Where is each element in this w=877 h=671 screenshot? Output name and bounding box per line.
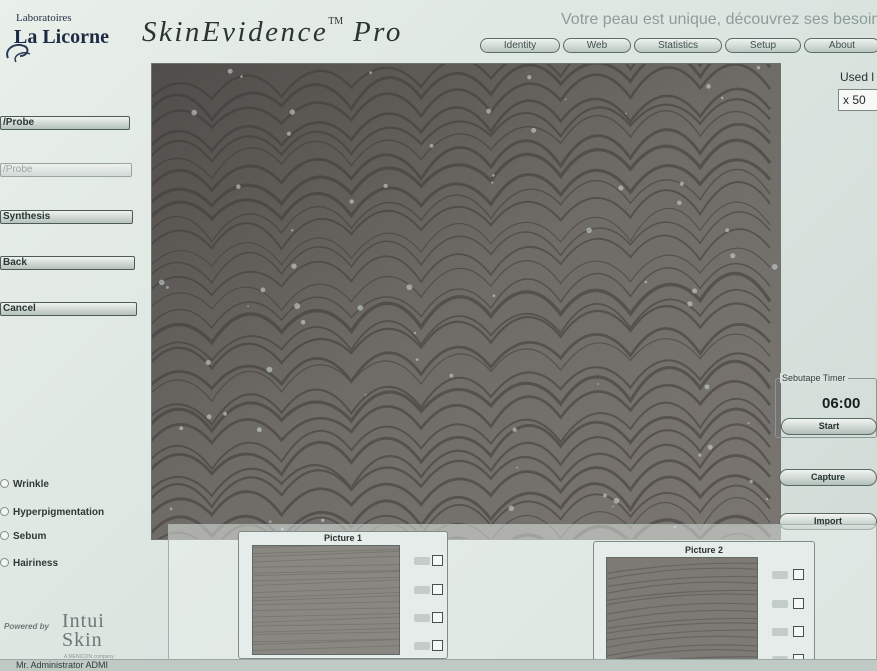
timer-value: 06:00 (822, 395, 861, 412)
picture-1-checkbox-3[interactable] (432, 612, 443, 623)
capture-button[interactable]: Capture (779, 469, 877, 486)
tagline: Votre peau est unique, découvrez ses bes… (561, 11, 877, 28)
tab-web[interactable]: Web (563, 38, 631, 53)
option-sebum[interactable]: Sebum (0, 531, 46, 542)
picture-1-image (253, 546, 399, 654)
zoom-field[interactable]: x 50 (838, 89, 877, 111)
checkbox-tab (414, 642, 430, 650)
option-label: Hyperpigmentation (13, 507, 105, 518)
picture-1-checkbox-2[interactable] (432, 584, 443, 595)
unicorn-swirl-icon (6, 44, 31, 63)
picture-2-checkbox-1[interactable] (793, 569, 804, 580)
cancel-button[interactable]: Cancel (0, 302, 137, 316)
checkbox-tab (414, 614, 430, 622)
skin-texture-image (152, 64, 780, 539)
probe-button-disabled[interactable]: /Probe (0, 163, 132, 177)
picture-1-thumbnail[interactable] (252, 545, 400, 655)
powered-by-intuiskin: Powered by Intui Skin A MENICON company (4, 608, 154, 660)
probe-button[interactable]: /Probe (0, 116, 130, 130)
tab-identity[interactable]: Identity (480, 38, 560, 53)
radio-icon[interactable] (0, 558, 9, 567)
option-hairiness[interactable]: Hairiness (0, 558, 58, 569)
tab-setup[interactable]: Setup (725, 38, 801, 53)
top-menu: Identity Web Statistics Setup About (480, 38, 877, 54)
checkbox-tab (772, 628, 788, 636)
picture-2-title: Picture 2 (684, 545, 724, 555)
tab-about[interactable]: About (804, 38, 877, 53)
app-title: SkinEvidenceTM Pro (142, 16, 403, 49)
checkbox-tab (772, 571, 788, 579)
option-label: Sebum (13, 531, 47, 542)
option-hyperpigmentation[interactable]: Hyperpigmentation (0, 507, 104, 518)
picture-2-checkbox-2[interactable] (793, 598, 804, 609)
option-label: Hairiness (13, 558, 59, 569)
option-label: Wrinkle (13, 479, 49, 490)
radio-icon[interactable] (0, 507, 9, 516)
app-title-suffix: Pro (352, 16, 403, 48)
sebutape-timer-label: Sebutape Timer (780, 373, 848, 383)
checkbox-tab (414, 557, 430, 565)
option-wrinkle[interactable]: Wrinkle (0, 479, 49, 490)
checkbox-tab (772, 600, 788, 608)
picture-2-checkbox-3[interactable] (793, 626, 804, 637)
app-title-text: SkinEvidence (142, 16, 329, 48)
skin-camera-view (151, 63, 781, 540)
powered-label: Powered by (4, 622, 49, 631)
synthesis-button[interactable]: Synthesis (0, 210, 133, 224)
trademark: TM (328, 16, 344, 27)
status-bar: Mr. Administrator ADMI (0, 659, 877, 671)
used-label: Used l (840, 70, 875, 84)
picture-1-checkbox-1[interactable] (432, 555, 443, 566)
intuiskin-logo: Intui Skin (62, 611, 105, 651)
la-licorne-logo: Laboratoires La Licorne (2, 8, 127, 68)
back-button[interactable]: Back (0, 256, 135, 270)
picture-1-title: Picture 1 (323, 533, 363, 543)
start-button[interactable]: Start (781, 418, 877, 435)
picture-2-thumbnail[interactable] (606, 557, 758, 667)
brand-lab: Laboratoires (16, 12, 72, 24)
radio-icon[interactable] (0, 531, 9, 540)
tab-statistics[interactable]: Statistics (634, 38, 722, 53)
picture-2-image (607, 558, 757, 666)
radio-icon[interactable] (0, 479, 9, 488)
logo-line2: Skin (62, 629, 103, 651)
checkbox-tab (414, 586, 430, 594)
picture-1-checkbox-4[interactable] (432, 640, 443, 651)
